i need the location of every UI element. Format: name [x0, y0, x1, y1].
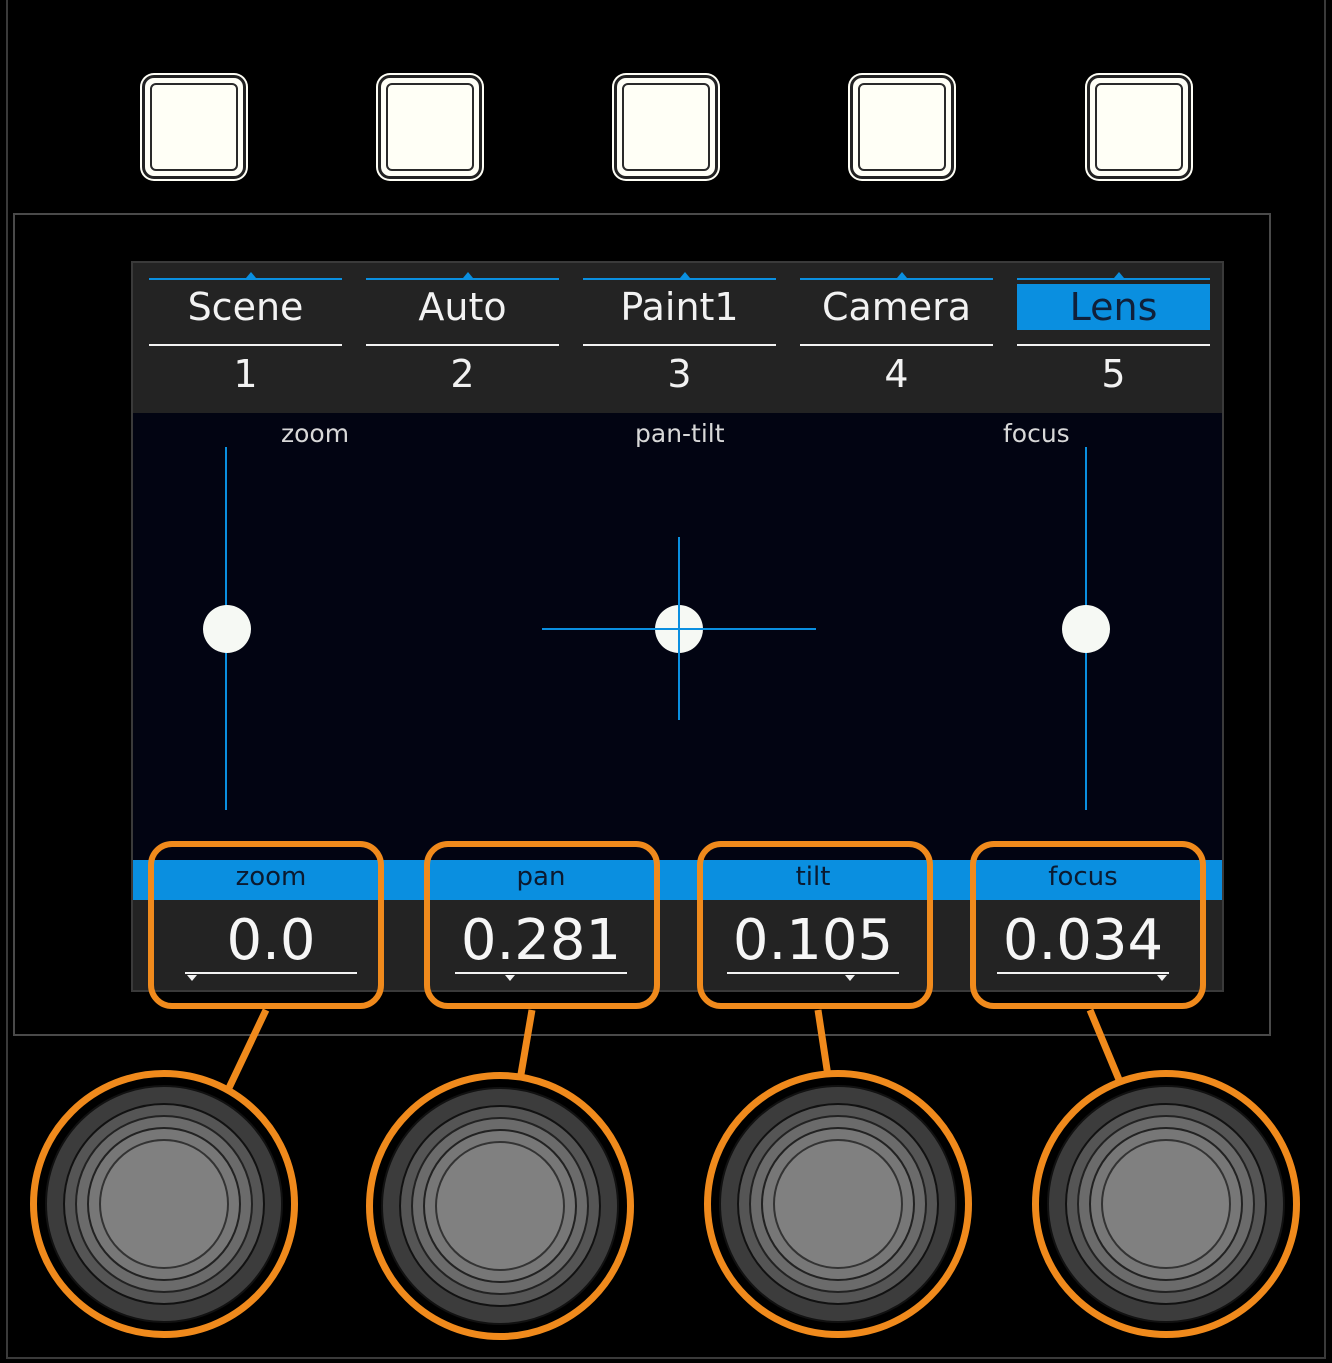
rotary-knob-icon	[381, 1087, 619, 1325]
callout-zoom	[148, 841, 384, 1009]
encoder-knob-2[interactable]	[366, 1072, 634, 1340]
encoder-knob-3[interactable]	[704, 1070, 972, 1338]
connector-pan	[516, 1009, 536, 1081]
connector-focus	[1086, 1008, 1124, 1084]
rotary-knob-icon	[719, 1085, 957, 1323]
callout-pan	[424, 841, 660, 1009]
callout-focus	[970, 841, 1206, 1009]
encoder-knob-1[interactable]	[30, 1070, 298, 1338]
callout-tilt	[697, 841, 933, 1009]
rotary-knob-icon	[45, 1085, 283, 1323]
rotary-knob-icon	[1047, 1085, 1285, 1323]
encoder-knob-4[interactable]	[1032, 1070, 1300, 1338]
connector-tilt	[814, 1009, 832, 1077]
